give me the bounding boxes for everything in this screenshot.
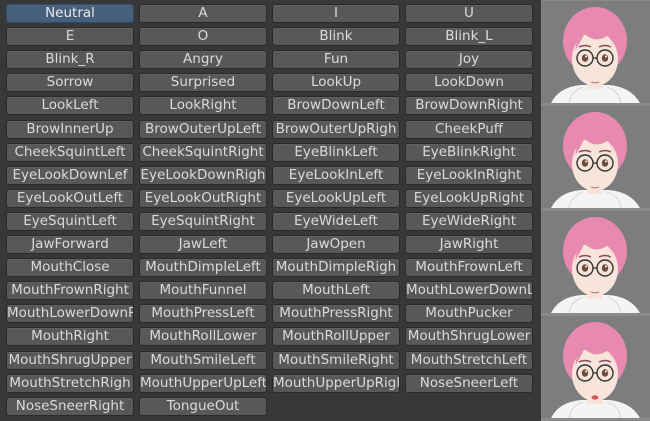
blendshape-button-cheeksquintright[interactable]: CheekSquintRight [139,142,267,162]
blendshape-button-lookleft[interactable]: LookLeft [6,96,134,116]
blendshape-button-jawopen[interactable]: JawOpen [272,235,400,254]
blendshape-button-mouthfrownright[interactable]: MouthFrownRight [6,281,134,301]
blendshape-button-browdownleft[interactable]: BrowDownLeft [272,96,400,116]
blendshape-button-lookright[interactable]: LookRight [139,96,267,116]
avatar-preview-3 [541,211,650,313]
avatar-preview-2 [541,106,650,208]
blendshape-button-fun[interactable]: Fun [272,50,400,70]
blendshape-button-mouthleft[interactable]: MouthLeft [272,281,400,301]
blendshape-button-jawright[interactable]: JawRight [405,235,533,254]
blendshape-button-surprised[interactable]: Surprised [139,73,267,93]
avatar-preview-1 [541,1,650,103]
blendshape-button-blink-l[interactable]: Blink_L [405,27,533,47]
blendshape-button-i[interactable]: I [272,4,400,23]
blendshape-button-mouthstretchrigh[interactable]: MouthStretchRigh [6,373,134,393]
blendshape-button-jawleft[interactable]: JawLeft [139,235,267,254]
blendshape-button-browouteruprigh[interactable]: BrowOuterUpRigh [272,119,400,139]
blendshape-button-mouthsmileleft[interactable]: MouthSmileLeft [139,350,267,370]
blendshape-button-angry[interactable]: Angry [139,50,267,70]
avatar-preview-panel [541,0,650,421]
blendshape-button-eyesquintleft[interactable]: EyeSquintLeft [6,211,134,231]
blendshape-button-browouterupleft[interactable]: BrowOuterUpLeft [139,119,267,139]
blendshape-button-sorrow[interactable]: Sorrow [6,73,134,93]
blendshape-button-cheeksquintleft[interactable]: CheekSquintLeft [6,142,134,162]
blendshape-button-eyelookdownrigh[interactable]: EyeLookDownRigh [139,165,267,185]
blendshape-button-eyelookupright[interactable]: EyeLookUpRight [405,188,533,208]
blendshape-button-mouthpressright[interactable]: MouthPressRight [272,304,400,324]
blendshape-button-neutral[interactable]: Neutral [6,4,134,23]
blendshape-button-eyelookinright[interactable]: EyeLookInRight [405,165,533,185]
blendshape-button-mouthupperupleft[interactable]: MouthUpperUpLeft [139,373,267,393]
blendshape-button-eyeblinkleft[interactable]: EyeBlinkLeft [272,142,400,162]
blendshape-button-a[interactable]: A [139,4,267,23]
blendshape-button-mouthfunnel[interactable]: MouthFunnel [139,281,267,301]
blendshape-button-e[interactable]: E [6,27,134,47]
blendshape-button-mouthrolllower[interactable]: MouthRollLower [139,327,267,347]
avatar-preview-4 [541,316,650,418]
blendshape-button-o[interactable]: O [139,27,267,47]
blendshape-button-mouthlowerdownl[interactable]: MouthLowerDownL [405,281,533,301]
blendshape-button-mouthright[interactable]: MouthRight [6,327,134,347]
blendshape-button-blink-r[interactable]: Blink_R [6,50,134,70]
blendshape-button-nosesneerright[interactable]: NoseSneerRight [6,396,134,416]
blendshape-button-joy[interactable]: Joy [405,50,533,70]
blendshape-button-eyewideright[interactable]: EyeWideRight [405,211,533,231]
blendshape-button-blink[interactable]: Blink [272,27,400,47]
blendshape-button-browinnerup[interactable]: BrowInnerUp [6,119,134,139]
blendshape-button-mouthclose[interactable]: MouthClose [6,258,134,278]
blendshape-button-eyelookdownlef[interactable]: EyeLookDownLef [6,165,134,185]
blendshape-button-lookdown[interactable]: LookDown [405,73,533,93]
blendshape-button-mouthpressleft[interactable]: MouthPressLeft [139,304,267,324]
blendshape-button-mouthupperuprigh[interactable]: MouthUpperUpRigh [272,373,400,393]
blendshape-button-cheekpuff[interactable]: CheekPuff [405,119,533,139]
blendshape-button-eyelookoutleft[interactable]: EyeLookOutLeft [6,188,134,208]
blendshape-button-mouthrollupper[interactable]: MouthRollUpper [272,327,400,347]
blendshape-button-lookup[interactable]: LookUp [272,73,400,93]
blendshape-button-eyelookinleft[interactable]: EyeLookInLeft [272,165,400,185]
blendshape-button-eyelookupleft[interactable]: EyeLookUpLeft [272,188,400,208]
blendshape-button-mouthshruglower[interactable]: MouthShrugLower [405,327,533,347]
blendshape-button-tongueout[interactable]: TongueOut [139,396,267,416]
blendshape-button-browdownright[interactable]: BrowDownRight [405,96,533,116]
blendshape-button-eyeblinkright[interactable]: EyeBlinkRight [405,142,533,162]
blendshape-button-mouthpucker[interactable]: MouthPucker [405,304,533,324]
blendshape-button-u[interactable]: U [405,4,533,23]
blendshape-button-mouthsmileright[interactable]: MouthSmileRight [272,350,400,370]
blendshape-button-grid: Neutral A I U E O Blink Blink_L Blink_R Angry Fun J… [0,0,540,421]
blendshape-button-nosesneerleft[interactable]: NoseSneerLeft [405,373,533,393]
blendshape-button-eyewideleft[interactable]: EyeWideLeft [272,211,400,231]
blendshape-button-mouthdimplerigh[interactable]: MouthDimpleRigh [272,258,400,278]
blendshape-button-mouthdimpleleft[interactable]: MouthDimpleLeft [139,258,267,278]
blendshape-button-eyesquintright[interactable]: EyeSquintRight [139,211,267,231]
blendshape-button-jawforward[interactable]: JawForward [6,235,134,254]
blendshape-button-mouthlowerdownri[interactable]: MouthLowerDownRi [6,304,134,324]
blendshape-button-eyelookoutright[interactable]: EyeLookOutRight [139,188,267,208]
blendshape-button-mouthfrownleft[interactable]: MouthFrownLeft [405,258,533,278]
blendshape-button-mouthstretchleft[interactable]: MouthStretchLeft [405,350,533,370]
blendshape-button-mouthshrugupper[interactable]: MouthShrugUpper [6,350,134,370]
